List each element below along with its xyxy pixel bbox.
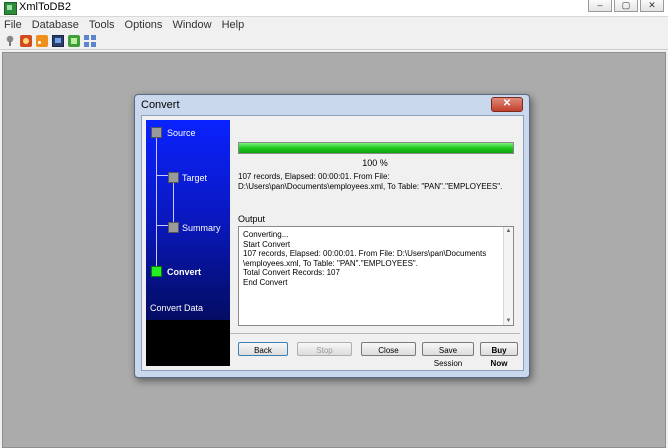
maximize-icon[interactable]: ▢ — [614, 0, 638, 12]
step-connector — [156, 130, 157, 270]
step-convert: Convert — [167, 267, 202, 277]
output-line: Converting... — [243, 230, 289, 239]
app-title-bar: XmlToDB2 – ▢ ✕ — [0, 0, 668, 17]
section-label: Convert Data — [150, 303, 204, 313]
buy-now-button[interactable]: Buy Now — [480, 342, 518, 368]
scroll-up-icon[interactable]: ▲ — [505, 228, 512, 234]
divider — [230, 333, 520, 334]
step-target: Target — [182, 173, 208, 183]
step-marker-convert — [151, 266, 162, 277]
minimize-icon[interactable]: – — [588, 0, 612, 12]
output-log[interactable]: Converting... Start Convert 107 records,… — [238, 226, 514, 326]
app-logo-icon — [4, 2, 17, 15]
monitor-icon[interactable] — [52, 35, 64, 47]
database-icon[interactable] — [20, 35, 32, 47]
output-line: 107 records, Elapsed: 00:00:01. From Fil… — [243, 249, 487, 258]
step-summary: Summary — [182, 223, 221, 233]
stop-button[interactable]: Stop — [297, 342, 352, 356]
close-window-icon[interactable]: ✕ — [640, 0, 664, 12]
pin-icon[interactable] — [4, 35, 16, 47]
menu-database[interactable]: Database — [32, 19, 79, 31]
step-marker-source — [151, 127, 162, 138]
output-line: Total Convert Records: 107 — [243, 268, 340, 277]
convert-dialog: Convert ✕ Source Target Summary Convert … — [134, 94, 530, 378]
step-marker-summary — [168, 222, 179, 233]
dialog-body: Source Target Summary Convert Convert Da… — [141, 115, 524, 371]
progress-fill — [239, 143, 513, 153]
dialog-title: Convert — [141, 99, 180, 111]
output-line: End Convert — [243, 277, 288, 287]
output-text: Converting... Start Convert 107 records,… — [243, 230, 486, 287]
menu-file[interactable]: File — [4, 19, 22, 31]
menu-window[interactable]: Window — [172, 19, 211, 31]
step-source: Source — [167, 128, 196, 138]
convert-stats: 107 records, Elapsed: 00:00:01. From Fil… — [238, 172, 516, 192]
save-session-button[interactable]: Save Session — [422, 342, 474, 368]
app-title: XmlToDB2 — [19, 1, 71, 13]
back-button[interactable]: Back — [238, 342, 288, 356]
menu-options[interactable]: Options — [125, 19, 163, 31]
window-controls: – ▢ ✕ — [588, 0, 664, 12]
green-db-icon[interactable] — [68, 35, 80, 47]
steps-footer — [146, 320, 230, 366]
toolbar — [0, 33, 668, 50]
grid-icon[interactable] — [84, 35, 96, 47]
output-scrollbar[interactable]: ▲ ▼ — [503, 227, 513, 325]
rss-icon[interactable] — [36, 35, 48, 47]
output-line: \employees.xml, To Table: "PAN"."EMPLOYE… — [243, 258, 418, 268]
scroll-down-icon[interactable]: ▼ — [505, 318, 512, 324]
dialog-close-icon[interactable]: ✕ — [491, 97, 523, 112]
menu-tools[interactable]: Tools — [89, 19, 115, 31]
stats-line: D:\Users\pan\Documents\employees.xml, To… — [238, 182, 503, 191]
menu-help[interactable]: Help — [222, 19, 245, 31]
progress-percent: 100 % — [362, 158, 388, 168]
output-line: Start Convert — [243, 239, 291, 249]
output-label: Output — [238, 214, 266, 224]
wizard-steps-panel: Source Target Summary Convert Convert Da… — [146, 120, 230, 366]
menu-bar: File Database Tools Options Window Help — [0, 17, 668, 32]
progress-bar — [238, 142, 514, 154]
close-button[interactable]: Close — [361, 342, 416, 356]
step-marker-target — [168, 172, 179, 183]
stats-line: 107 records, Elapsed: 00:00:01. From Fil… — [238, 172, 390, 181]
